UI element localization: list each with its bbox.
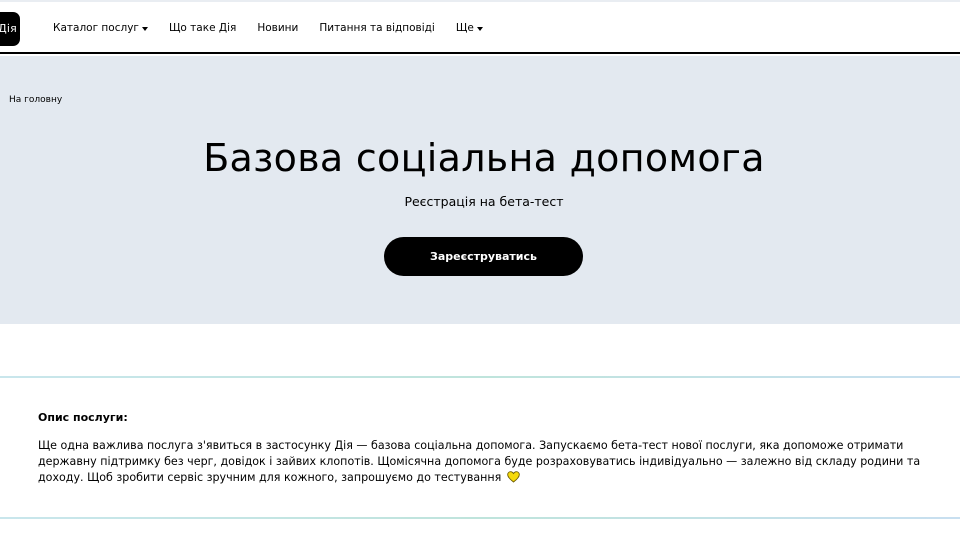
description-text: Ще одна важлива послуга з'явиться в заст… (38, 439, 921, 484)
site-header: Дія Каталог послуг Що таке Дія Новини Пи… (0, 2, 960, 54)
diia-logo[interactable]: Дія (0, 12, 20, 46)
nav-item-label: Що таке Дія (168, 22, 237, 34)
section-divider-bottom (0, 517, 960, 519)
description-body: Ще одна важлива послуга з'явиться в заст… (38, 438, 938, 486)
description-title: Опис послуги: (38, 411, 128, 424)
breadcrumb-home-link[interactable]: На головну (9, 95, 62, 105)
hero-section: На головну Базова соціальна допомога Реє… (0, 56, 960, 324)
nav-item-label: Питання та відповіді (319, 22, 435, 34)
nav-item-what-is-diia[interactable]: Що таке Дія (169, 22, 236, 34)
nav-item-label: Каталог послуг (53, 22, 139, 34)
caret-down-icon (476, 27, 483, 31)
page-subtitle: Реєстрація на бета-тест (404, 194, 564, 209)
nav-item-news[interactable]: Новини (257, 22, 298, 34)
yellow-heart-icon (507, 471, 520, 483)
caret-down-icon (141, 27, 148, 31)
section-divider-top (0, 376, 960, 378)
nav-item-catalog[interactable]: Каталог послуг (53, 22, 148, 34)
nav-item-faq[interactable]: Питання та відповіді (319, 22, 434, 34)
nav-item-more[interactable]: Ще (456, 22, 483, 34)
register-button[interactable]: Зареєструватись (384, 237, 583, 276)
main-nav: Каталог послуг Що таке Дія Новини Питанн… (53, 2, 483, 54)
nav-item-label: Ще (455, 22, 474, 34)
nav-item-label: Новини (257, 22, 299, 34)
page-title: Базова соціальна допомога (203, 136, 765, 180)
